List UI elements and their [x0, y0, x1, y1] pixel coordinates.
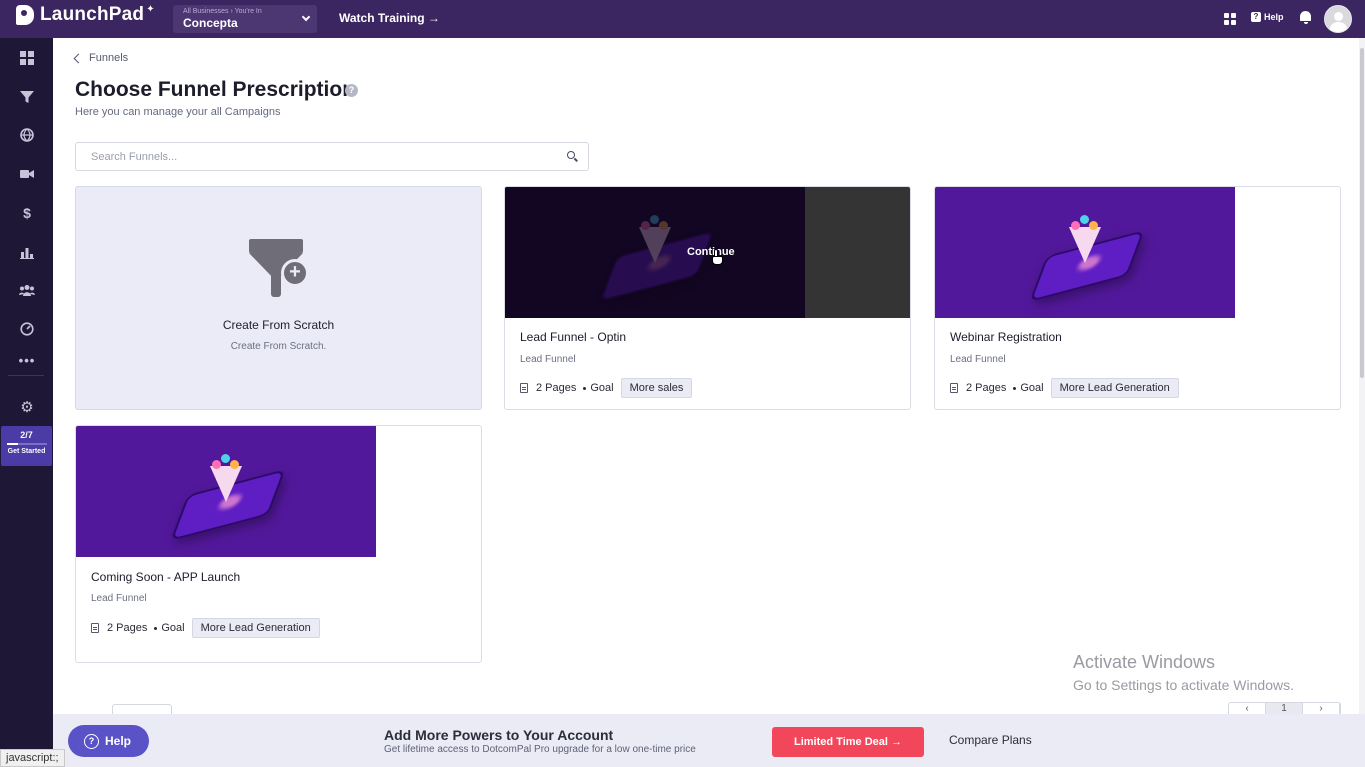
get-started-label: Get Started — [7, 448, 46, 455]
compare-plans-link[interactable]: Compare Plans — [949, 733, 1032, 747]
funnel-category: Lead Funnel — [950, 354, 1006, 365]
more-icon[interactable]: ••• — [19, 352, 35, 368]
help-icon: ? — [84, 733, 99, 749]
funnel-meta: 2 Pages Goal More Lead Generation — [950, 378, 1179, 398]
upgrade-banner: Add More Powers to Your Account Get life… — [53, 714, 1365, 767]
help-button-label: Help — [105, 734, 132, 748]
rocket-icon: ✦ — [146, 3, 155, 15]
sidebar-divider — [8, 375, 44, 376]
gear-icon[interactable]: ⚙ — [19, 399, 35, 416]
funnel-pages: 2 Pages — [966, 382, 1007, 394]
search-icon[interactable] — [567, 151, 578, 162]
funnel-title: Lead Funnel - Optin — [520, 330, 627, 344]
video-icon[interactable] — [19, 166, 35, 182]
globe-icon[interactable] — [19, 127, 35, 143]
funnel-pages: 2 Pages — [107, 622, 148, 634]
goal-badge: More sales — [620, 378, 693, 398]
separator-dot — [1013, 386, 1017, 390]
document-icon — [950, 383, 958, 393]
top-help-button[interactable]: ? Help — [1251, 12, 1284, 22]
logo-mark-icon — [16, 5, 34, 25]
page-subtitle: Here you can manage your all Campaigns — [75, 106, 281, 118]
separator-dot — [154, 626, 158, 630]
search-box — [75, 142, 589, 171]
activate-windows-watermark: Activate Windows Go to Settings to activ… — [1073, 652, 1294, 693]
brand-name: LaunchPad — [40, 4, 145, 25]
dollar-icon[interactable]: $ — [19, 205, 35, 221]
chevron-left-icon — [73, 53, 84, 63]
funnel-title: Coming Soon - APP Launch — [91, 570, 241, 584]
upgrade-title: Add More Powers to Your Account — [384, 727, 614, 743]
apps-grid-icon[interactable] — [1224, 13, 1236, 25]
brand-logo[interactable]: LaunchPad ✦ — [16, 4, 155, 26]
funnel-category: Lead Funnel — [91, 593, 147, 604]
funnel-category: Lead Funnel — [520, 354, 576, 365]
document-icon — [91, 623, 99, 633]
gauge-icon[interactable] — [19, 321, 35, 337]
status-bar-url: javascript:; — [0, 749, 65, 767]
funnel-card-webinar[interactable]: Webinar Registration Lead Funnel 2 Pages… — [934, 186, 1341, 410]
scratch-subtitle: Create From Scratch. — [230, 341, 327, 352]
users-icon[interactable] — [19, 282, 35, 298]
funnel-thumbnail[interactable] — [935, 187, 1235, 318]
breadcrumb-funnels: Funnels — [89, 52, 129, 64]
funnel-card-app-launch[interactable]: Coming Soon - APP Launch Lead Funnel 2 P… — [75, 425, 482, 663]
help-button[interactable]: ? Help — [68, 725, 149, 757]
funnel-thumbnail[interactable] — [76, 426, 376, 557]
scratch-title: Create From Scratch — [222, 318, 335, 332]
sidebar: $ ••• ⚙ 2/7 Get Started — [0, 38, 53, 767]
chart-icon[interactable] — [19, 244, 35, 260]
business-selector[interactable]: All Businesses › You're In Concepta — [173, 5, 317, 33]
upgrade-subtitle: Get lifetime access to DotcomPal Pro upg… — [384, 744, 696, 755]
scrollbar[interactable] — [1359, 38, 1365, 714]
funnel-thumbnail[interactable]: Continue — [505, 187, 910, 318]
help-icon: ? — [1251, 12, 1261, 22]
goal-label: Goal — [590, 382, 614, 394]
goal-badge: More Lead Generation — [191, 618, 320, 638]
search-input[interactable] — [76, 143, 546, 170]
funnel-meta: 2 Pages Goal More sales — [520, 378, 693, 398]
activate-windows-subtitle: Go to Settings to activate Windows. — [1073, 677, 1294, 693]
get-started-progress — [6, 443, 47, 445]
goal-badge: More Lead Generation — [1050, 378, 1179, 398]
limited-time-deal-button[interactable]: Limited Time Deal → — [772, 727, 924, 757]
document-icon — [520, 383, 528, 393]
breadcrumb[interactable]: Funnels — [73, 52, 129, 64]
get-started-button[interactable]: 2/7 Get Started — [1, 426, 52, 466]
funnel-icon[interactable] — [19, 89, 35, 105]
business-name: Concepta — [183, 16, 238, 30]
funnel-card-lead-optin[interactable]: Continue Lead Funnel - Optin Lead Funnel… — [504, 186, 911, 410]
avatar[interactable] — [1324, 5, 1352, 33]
bell-icon[interactable] — [1300, 11, 1311, 24]
page-title: Choose Funnel Prescription — [75, 78, 356, 101]
goal-label: Goal — [1020, 382, 1044, 394]
business-caption: All Businesses › You're In — [183, 8, 262, 15]
create-from-scratch-card[interactable]: + Create From Scratch Create From Scratc… — [75, 186, 482, 410]
activate-windows-title: Activate Windows — [1073, 652, 1216, 672]
funnel-title: Webinar Registration — [950, 330, 1062, 344]
dashboard-icon[interactable] — [19, 50, 35, 66]
top-help-label: Help — [1264, 12, 1284, 22]
funnel-meta: 2 Pages Goal More Lead Generation — [91, 618, 320, 638]
get-started-count: 2/7 — [20, 430, 33, 440]
funnel-add-icon: + — [249, 239, 309, 301]
top-bar: LaunchPad ✦ All Businesses › You're In C… — [0, 0, 1365, 38]
question-icon[interactable]: ? — [345, 84, 358, 97]
goal-label: Goal — [161, 622, 185, 634]
hand-cursor-icon — [711, 249, 723, 265]
watch-training-link[interactable]: Watch Training → — [339, 11, 440, 25]
separator-dot — [583, 386, 587, 390]
funnel-pages: 2 Pages — [536, 382, 577, 394]
